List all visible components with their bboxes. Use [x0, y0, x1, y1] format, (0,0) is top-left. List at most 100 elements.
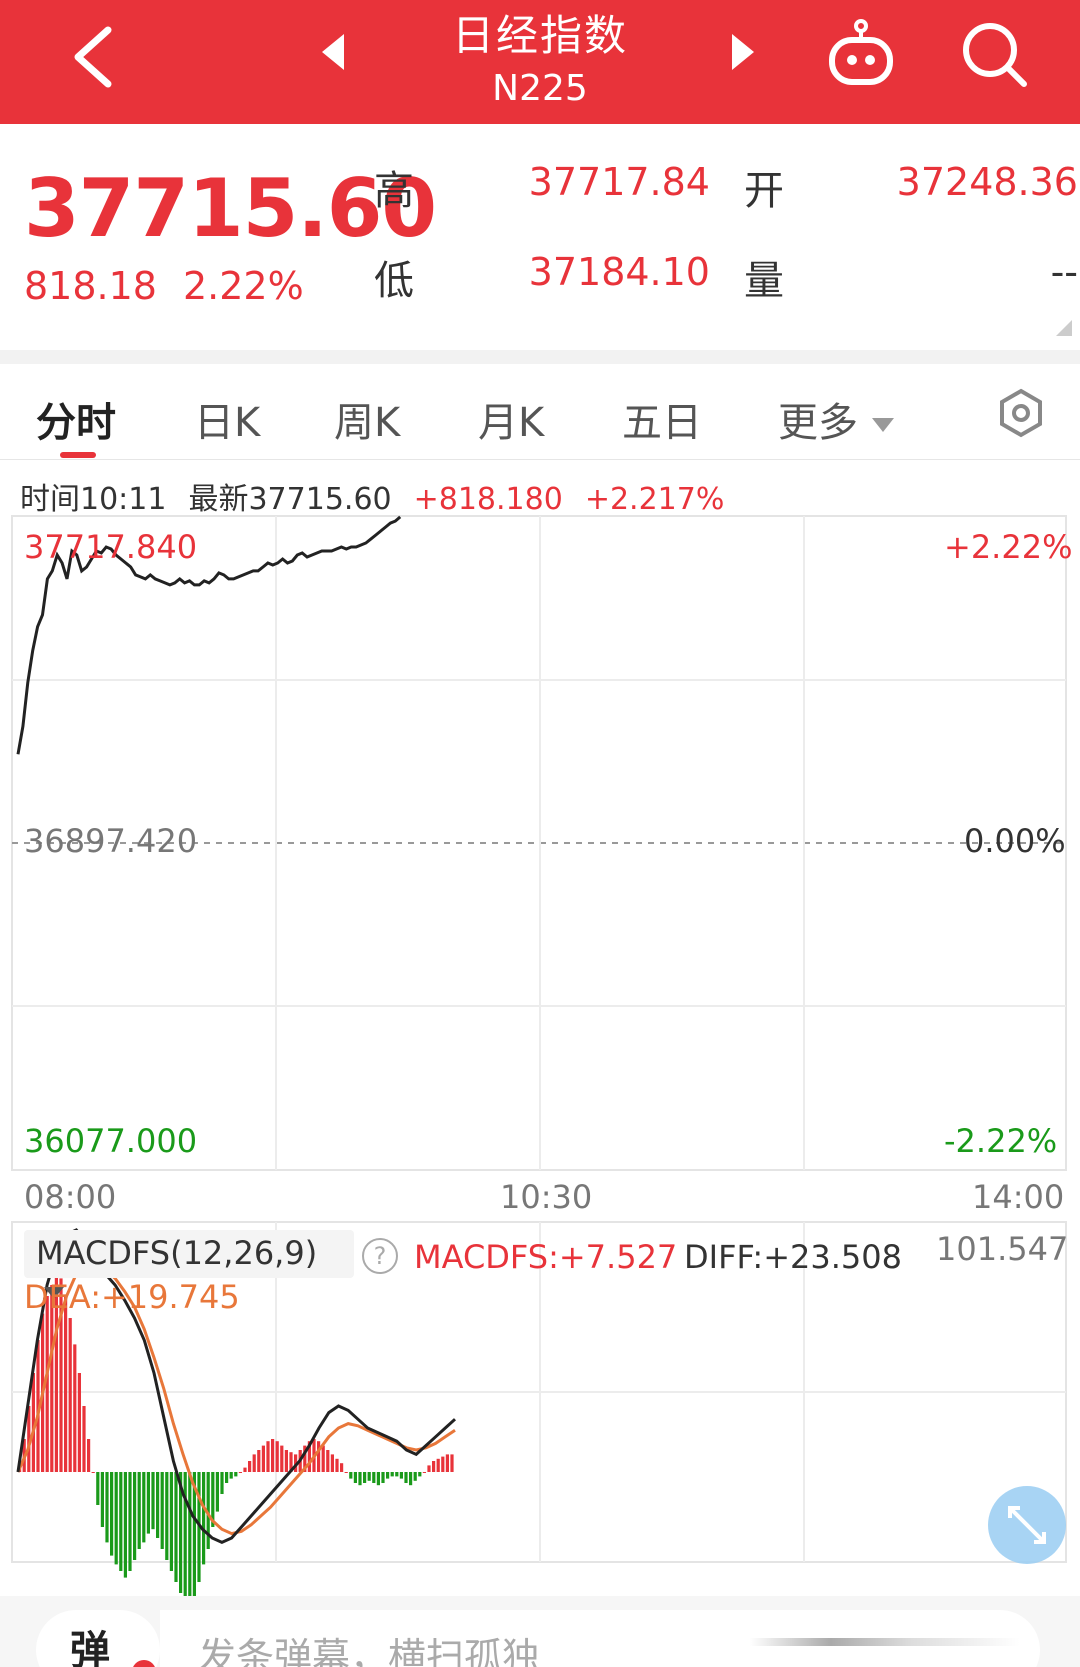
- macd-histogram-bar: [413, 1472, 417, 1481]
- macd-histogram-bar: [284, 1450, 288, 1472]
- chevron-down-icon: [872, 418, 894, 432]
- settings-icon[interactable]: [996, 388, 1046, 438]
- macd-histogram-bar: [197, 1472, 201, 1582]
- high-value: 37717.84: [528, 160, 710, 204]
- pct-max-label: +2.22%: [944, 528, 1073, 566]
- pct-zero-label: 0.00%: [964, 822, 1066, 860]
- chart-grid: [11, 515, 1067, 1563]
- x-label-mid: 10:30: [500, 1178, 593, 1216]
- macd-histogram-bar: [192, 1472, 196, 1600]
- y-max-label: 37717.840: [24, 528, 198, 566]
- danmu-placeholder: 发条弹幕，横扫孤独: [198, 1635, 541, 1667]
- tab-monthly-k[interactable]: 月K: [478, 390, 544, 448]
- price-change: 818.18 2.22%: [24, 264, 304, 308]
- macd-histogram-bar: [404, 1472, 408, 1483]
- macd-histogram-bar: [151, 1472, 155, 1530]
- macd-histogram-bar: [68, 1318, 72, 1472]
- danmu-toggle-button[interactable]: 弹: [36, 1610, 160, 1667]
- macd-histogram-bar: [45, 1296, 49, 1472]
- danmu-toggle-label: 弹: [70, 1628, 110, 1667]
- macd-histogram-bar: [441, 1456, 445, 1472]
- macd-histogram-bar: [36, 1340, 40, 1472]
- macd-histogram-bar: [169, 1472, 173, 1571]
- macd-histogram-bar: [133, 1472, 137, 1560]
- macd-histogram-bar: [317, 1441, 321, 1472]
- macd-histogram-bar: [275, 1441, 279, 1472]
- tab-more-label: 更多: [778, 400, 858, 446]
- macd-histogram-bar: [77, 1373, 81, 1472]
- help-icon[interactable]: ?: [362, 1238, 398, 1274]
- macd-histogram-bar: [156, 1472, 160, 1538]
- macd-histogram-bar: [335, 1458, 339, 1472]
- macd-histogram-bar: [340, 1463, 344, 1472]
- macd-histogram-bar: [96, 1472, 100, 1505]
- diff-value: DIFF:+23.508: [684, 1238, 902, 1276]
- change-percent: 2.22%: [182, 264, 304, 308]
- expand-corner-icon[interactable]: [1056, 320, 1072, 336]
- open-value: 37248.36: [896, 160, 1078, 204]
- macd-histogram-bar: [225, 1472, 229, 1483]
- macd-y-max-label: 101.547: [936, 1230, 1069, 1268]
- macd-histogram-bar: [202, 1472, 206, 1565]
- info-change: +818.180: [413, 482, 563, 517]
- macd-histogram-bar: [298, 1450, 302, 1472]
- macd-histogram-bar: [418, 1472, 422, 1477]
- indicator-name: MACDFS(12,26,9): [36, 1234, 318, 1272]
- info-latest: 最新37715.60: [188, 482, 392, 517]
- macd-histogram-bar: [82, 1406, 86, 1472]
- macdfs-value: MACDFS:+7.527: [414, 1238, 678, 1276]
- x-label-end: 14:00: [972, 1178, 1065, 1216]
- indicator-selector[interactable]: MACDFS(12,26,9): [24, 1230, 354, 1299]
- expand-arrows-icon: [1008, 1506, 1046, 1544]
- macd-histogram-bar: [100, 1472, 104, 1527]
- volume-value: --: [1050, 250, 1078, 294]
- macd-histogram-bar: [307, 1441, 311, 1472]
- tab-more[interactable]: 更多: [778, 390, 894, 448]
- macd-histogram-bar: [450, 1454, 454, 1472]
- macd-histogram-bar: [390, 1472, 394, 1477]
- info-time: 时间10:11: [20, 482, 167, 517]
- tab-daily-k[interactable]: 日K: [194, 390, 260, 448]
- macd-histogram-bar: [234, 1472, 238, 1477]
- search-icon[interactable]: [960, 20, 1030, 90]
- macd-histogram-bar: [91, 1472, 95, 1473]
- macd-histogram-bar: [206, 1472, 210, 1549]
- fullscreen-button[interactable]: [988, 1486, 1066, 1564]
- index-code: N225: [492, 68, 588, 109]
- macd-histogram-bar: [179, 1472, 183, 1593]
- volume-label: 量: [744, 258, 784, 304]
- open-label: 开: [744, 168, 784, 214]
- macd-histogram-bar: [114, 1472, 118, 1565]
- low-label: 低: [374, 258, 414, 304]
- macd-histogram-bar: [294, 1454, 298, 1472]
- robot-assistant-icon[interactable]: [826, 18, 896, 88]
- macd-histogram-bar: [183, 1472, 187, 1604]
- info-change-pct: +2.217%: [584, 482, 725, 517]
- macd-histogram-bar: [376, 1472, 380, 1486]
- macd-histogram-bar: [326, 1450, 330, 1472]
- quote-panel: 37715.60 818.18 2.22% 高 37717.84 开 37248.…: [0, 124, 1080, 352]
- macd-histogram-bar: [243, 1467, 247, 1472]
- macd-histogram-bar: [248, 1461, 252, 1472]
- tab-five-day[interactable]: 五日: [622, 390, 702, 448]
- tab-weekly-k[interactable]: 周K: [334, 390, 400, 448]
- macd-histogram-bar: [27, 1406, 31, 1472]
- crosshair-info-line: 时间10:11 最新37715.60 +818.180 +2.217%: [20, 474, 746, 518]
- macd-histogram-bar: [142, 1472, 146, 1543]
- next-index-icon[interactable]: [730, 32, 756, 72]
- macd-histogram-bar: [422, 1472, 426, 1473]
- macd-histogram-bar: [18, 1461, 22, 1472]
- macd-histogram-bar: [110, 1472, 114, 1556]
- page-title: 日经指数: [451, 11, 628, 60]
- macd-histogram-bar: [123, 1472, 127, 1578]
- tab-intraday[interactable]: 分时: [36, 390, 116, 448]
- macd-histogram-bar: [289, 1452, 293, 1472]
- macd-histogram-bar: [128, 1472, 132, 1571]
- danmu-input[interactable]: 发条弹幕，横扫孤独: [160, 1610, 1040, 1667]
- macd-histogram-bar: [445, 1454, 449, 1472]
- macd-histogram-bar: [22, 1439, 26, 1472]
- danmu-decoration: [750, 1638, 1020, 1646]
- danmu-off-icon: [132, 1660, 156, 1667]
- macd-histogram-bar: [188, 1472, 192, 1609]
- macd-histogram-bar: [105, 1472, 109, 1543]
